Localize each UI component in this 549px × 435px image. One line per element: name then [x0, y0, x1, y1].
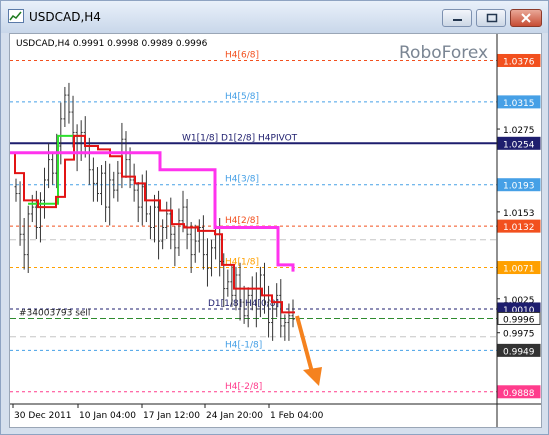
restore-icon [486, 13, 498, 23]
price-tag-label: 1.0193 [503, 182, 535, 192]
close-button[interactable] [510, 9, 542, 27]
time-label: 17 Jan 12:00 [143, 411, 200, 421]
chart-app-icon [8, 9, 24, 23]
green-trend-line [28, 134, 80, 205]
chart-area[interactable]: H4[6/8] H4[5/8] W1[1/8] D1[2/8] H4PIVOT H4[… [9, 33, 542, 428]
murrey-levels-layer: H4[6/8] H4[5/8] W1[1/8] D1[2/8] H4PIVOT H4[… [10, 50, 497, 393]
time-label: 30 Dec 2011 [14, 411, 72, 421]
candles-layer [14, 82, 295, 341]
murrey-level-label: H4[2/8] [225, 216, 259, 226]
murrey-level-label: H4[3/8] [225, 175, 259, 185]
murrey-level-label: H4[6/8] [225, 50, 259, 60]
price-tag-label: 1.0071 [503, 265, 535, 275]
time-label: 1 Feb 04:00 [270, 411, 324, 421]
time-axis: 30 Dec 2011 10 Jan 04:00 17 Jan 12:00 24 Ja… [12, 404, 324, 421]
minimize-icon [453, 19, 462, 21]
price-tag-label: 0.9996 [503, 315, 535, 325]
price-axis: 1.0376 1.0315 1.0275 1.0254 1.0193 1.0153 1.01… [497, 53, 541, 399]
murrey-level-label: H4[1/8] [225, 258, 259, 268]
price-tag-label: 1.0254 [503, 140, 535, 150]
price-label: 1.0153 [503, 209, 535, 219]
price-chart[interactable]: H4[6/8] H4[5/8] W1[1/8] D1[2/8] H4PIVOT H4[… [10, 34, 541, 427]
price-label: 0.9975 [503, 330, 535, 340]
window-titlebar[interactable]: USDCAD,H4 [1, 1, 548, 33]
murrey-level-label: H4[-1/8] [225, 340, 262, 350]
murrey-level-label: W1[1/8] D1[2/8] H4PIVOT [182, 133, 298, 143]
restore-button[interactable] [476, 9, 506, 27]
price-tag-label: 1.0132 [503, 223, 535, 233]
arrow-shaft [295, 315, 314, 373]
price-label: 1.0275 [503, 126, 535, 136]
murrey-level-label: H4[5/8] [225, 92, 259, 102]
price-tag-label: 0.9949 [503, 347, 535, 357]
close-icon [521, 13, 531, 23]
price-tag-label: 1.0376 [503, 57, 535, 67]
arrow-head [303, 367, 322, 386]
window-title: USDCAD,H4 [29, 10, 101, 24]
time-label: 10 Jan 04:00 [79, 411, 136, 421]
price-tag-label: 1.0315 [503, 99, 535, 109]
watermark: RoboForex [399, 43, 488, 63]
murrey-level-label: H4[-2/8] [225, 382, 262, 392]
forecast-arrow-icon [295, 315, 322, 386]
time-label: 24 Jan 20:00 [206, 411, 263, 421]
minimize-button[interactable] [442, 9, 472, 27]
chart-window: USDCAD,H4 H4[6/8] H4[5/8] W1[1/8] D1[2/8] … [0, 0, 549, 435]
order-label: #34003793 sell [19, 308, 90, 318]
chart-header: USDCAD,H4 0.9991 0.9998 0.9989 0.9996 [16, 39, 208, 49]
price-tag-label: 0.9888 [503, 389, 535, 399]
